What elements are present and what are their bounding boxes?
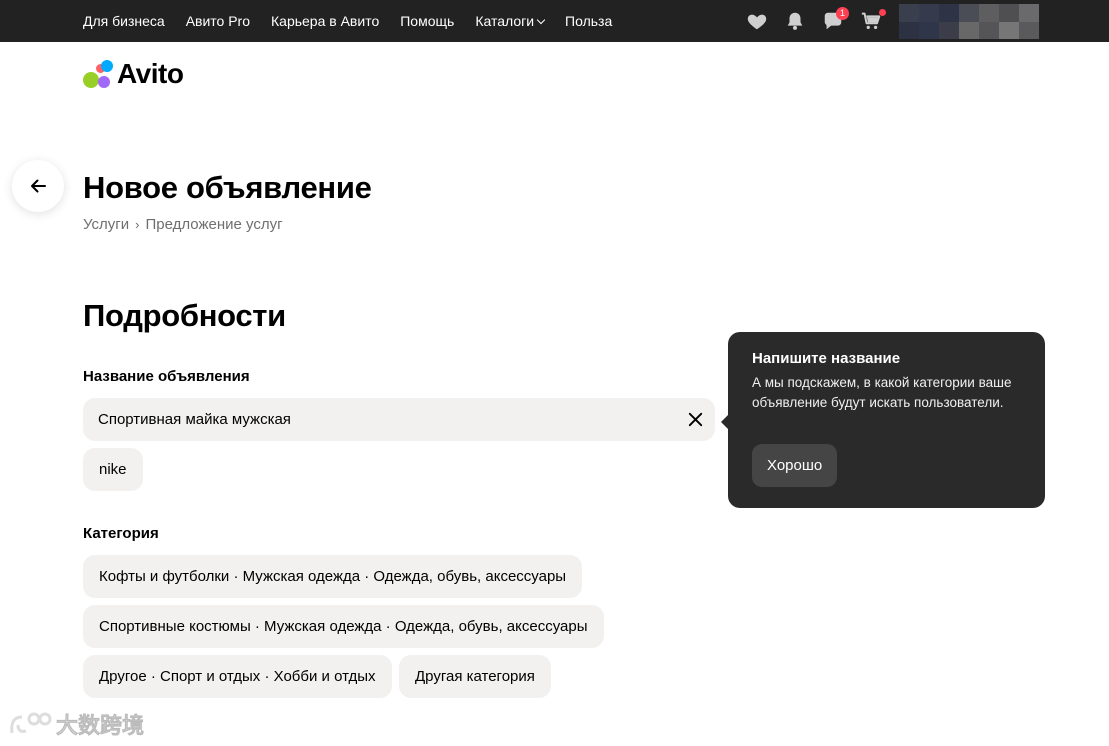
logo-dots-icon [83,59,115,89]
messages-badge: 1 [836,7,849,20]
watermark: 大数跨境 [8,708,144,740]
bell-icon [787,12,803,30]
cart-button[interactable] [859,9,886,33]
back-button[interactable] [12,160,64,212]
nav-help[interactable]: Помощь [400,13,454,29]
avito-logo[interactable]: Avito [83,58,184,90]
category-option-other-sport[interactable]: Другое · Спорт и отдых · Хобби и отдых [83,655,392,698]
arrow-left-icon [31,179,46,193]
nav-benefit[interactable]: Польза [565,13,612,29]
cart-dot [879,9,886,16]
title-suggestion-chip[interactable]: nike [83,448,143,491]
breadcrumb-item-service-offer[interactable]: Предложение услуг [145,216,282,233]
clear-icon[interactable] [686,410,705,429]
category-option-tshirts[interactable]: Кофты и футболки · Мужская одежда · Одеж… [83,555,583,598]
tooltip-title: Напишите название [752,350,901,367]
watermark-text: 大数跨境 [56,713,145,739]
user-profile-blurred[interactable] [899,4,1039,39]
tooltip-ok-button[interactable]: Хорошо [752,444,838,487]
breadcrumb: Услуги › Предложение услуг [83,216,283,233]
tooltip-arrow [721,414,729,430]
logo-text: Avito [117,58,184,89]
top-bar: Для бизнеса Авито Pro Карьера в Авито По… [0,0,1109,42]
title-field-label: Название объявления [83,368,250,385]
nav-career[interactable]: Карьера в Авито [271,13,379,29]
nav-avito-pro[interactable]: Авито Pro [186,13,250,29]
tooltip-text: А мы подскажем, в какой категории ваше о… [752,375,1012,410]
page-title: Новое объявление [83,170,372,205]
notifications-button[interactable] [783,9,807,33]
nav-catalogs[interactable]: Каталоги [475,13,546,29]
category-option-sport-suits[interactable]: Спортивные костюмы · Мужская одежда · Од… [83,605,604,648]
nav-catalogs-label: Каталоги [475,13,535,29]
top-icons: 1 [745,0,886,42]
section-title-details: Подробности [83,298,286,333]
favorites-button[interactable] [745,9,769,33]
watermark-logo-icon [10,712,52,734]
category-field-label: Категория [83,525,159,542]
ad-title-input[interactable]: Спортивная майка мужская [83,398,715,441]
heart-icon [747,14,767,30]
chevron-right-icon: › [135,217,140,232]
category-option-other-category[interactable]: Другая категория [399,655,551,698]
top-nav: Для бизнеса Авито Pro Карьера в Авито По… [83,0,633,42]
chevron-down-icon [536,15,546,24]
nav-for-business[interactable]: Для бизнеса [83,13,165,29]
messages-button[interactable]: 1 [821,7,849,33]
breadcrumb-item-services[interactable]: Услуги [83,216,129,233]
hint-tooltip: Напишите название А мы подскажем, в како… [721,332,1045,508]
ad-title-value: Спортивная майка мужская [98,411,291,428]
